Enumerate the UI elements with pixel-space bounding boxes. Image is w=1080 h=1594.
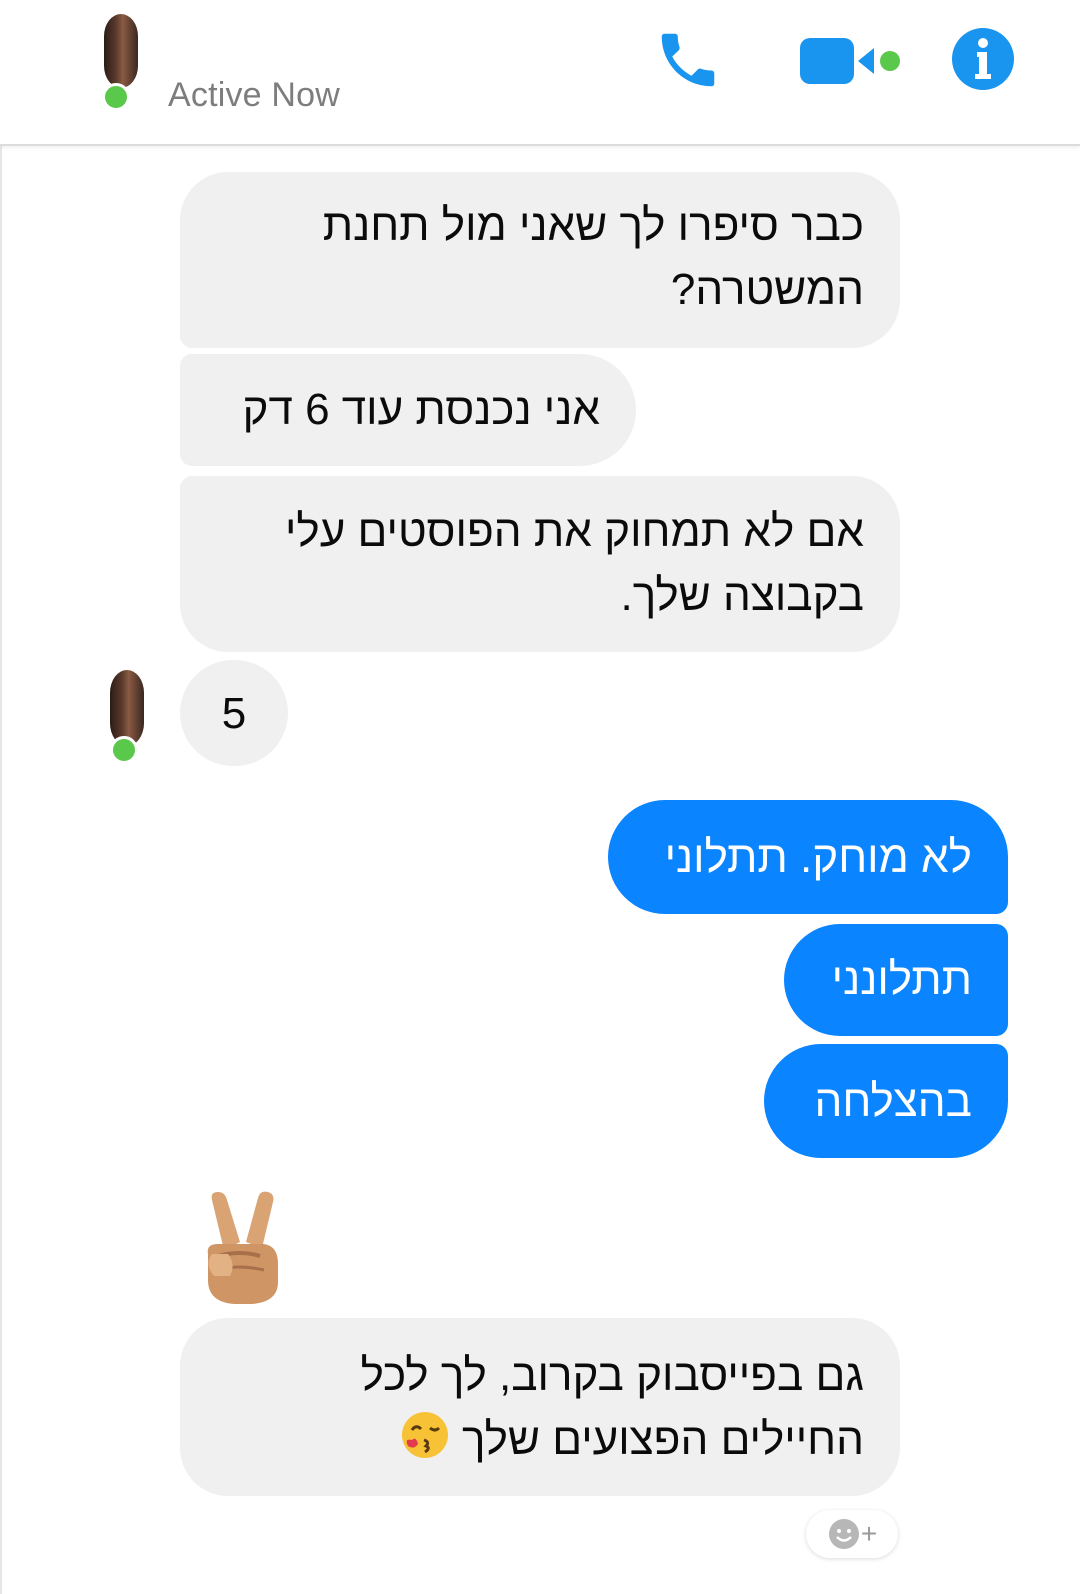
active-status: Active Now — [168, 76, 341, 114]
online-indicator — [110, 736, 138, 764]
chat-header: Active Now — [0, 0, 1080, 146]
online-indicator — [102, 83, 130, 111]
incoming-message[interactable]: 5 — [180, 660, 288, 766]
info-button[interactable] — [950, 26, 1016, 92]
add-reaction-icon — [828, 1519, 859, 1549]
outgoing-message[interactable]: לא מוחק. תתלוני — [608, 800, 1008, 914]
incoming-message[interactable]: כבר סיפרו לך שאני מול תחנת המשטרה? — [180, 172, 900, 348]
messenger-conversation: Active Now כבר סיפרו לך שאני מול תחנת המ… — [0, 0, 1080, 1594]
phone-icon — [661, 33, 715, 87]
video-call-icon — [800, 38, 900, 84]
outgoing-message[interactable]: תתלונני — [784, 924, 1008, 1036]
info-icon — [952, 28, 1014, 90]
incoming-message[interactable]: אני נכנסת עוד 6 דק — [180, 354, 636, 466]
kissing-face-emoji — [400, 1410, 450, 1478]
video-call-button[interactable] — [800, 30, 912, 92]
sender-avatar[interactable] — [110, 670, 144, 746]
outgoing-message[interactable]: בהצלחה — [764, 1044, 1008, 1158]
add-reaction-button[interactable]: + — [806, 1510, 898, 1558]
contact-avatar[interactable] — [104, 14, 138, 88]
victory-hand-emoji[interactable] — [194, 1190, 294, 1308]
left-edge — [0, 0, 2, 1594]
incoming-message[interactable]: גם בפייסבוק בקרוב, לך לכל החיילים הפצועי… — [180, 1318, 900, 1496]
incoming-message[interactable]: אם לא תמחוק את הפוסטים עלי בקבוצה שלך. — [180, 476, 900, 652]
voice-call-button[interactable] — [650, 22, 726, 98]
add-reaction-plus: + — [860, 1518, 878, 1549]
